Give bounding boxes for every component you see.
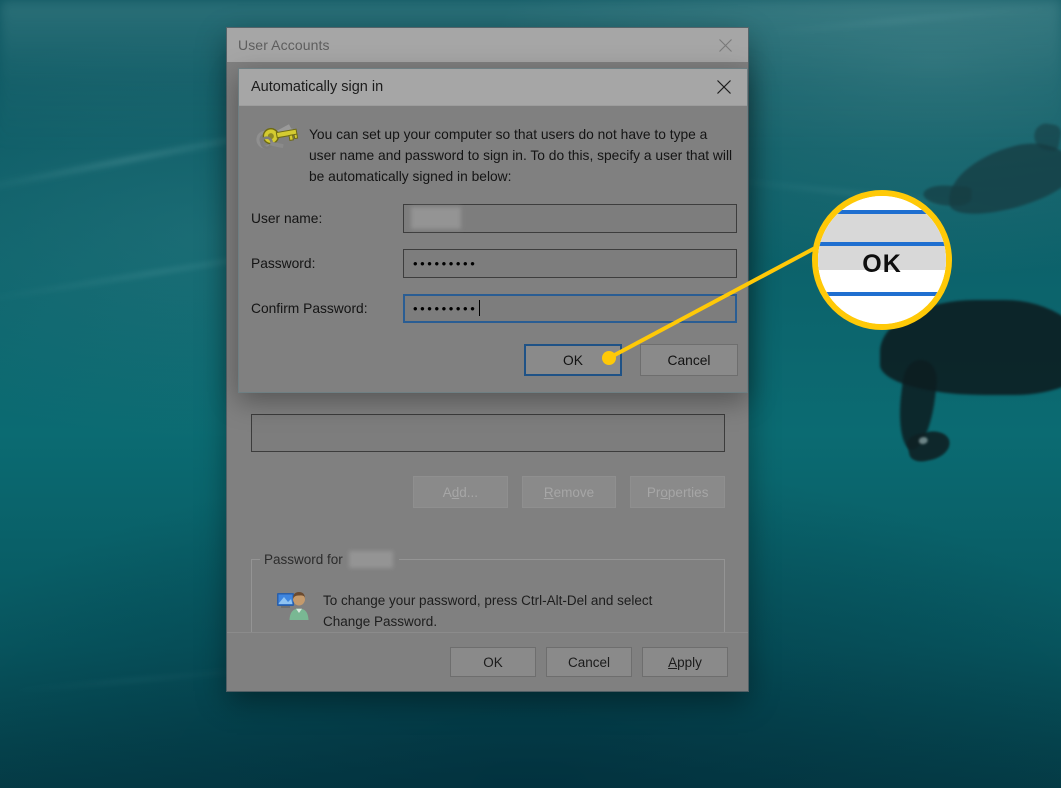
cancel-button-main-label: Cancel: [567, 654, 611, 670]
password-field-row: Password: •••••••••: [251, 248, 737, 278]
properties-button-label: Properties: [646, 484, 709, 500]
ok-button[interactable]: OK: [524, 344, 622, 376]
username-input[interactable]: [403, 203, 737, 233]
cancel-button-main[interactable]: Cancel: [546, 647, 632, 677]
ok-button-main-label: OK: [483, 654, 503, 670]
magnified-button-border-bottom: [818, 292, 946, 296]
confirm-password-masked-value: •••••••••: [413, 300, 478, 316]
password-group-label-text: Password for: [264, 552, 343, 567]
remove-button[interactable]: Remove: [521, 476, 617, 508]
close-icon[interactable]: [701, 69, 747, 105]
user-accounts-title: User Accounts: [238, 37, 330, 53]
password-group-label: Password for: [260, 551, 399, 568]
ok-button-main[interactable]: OK: [450, 647, 536, 677]
remove-button-label: Remove: [543, 484, 595, 500]
user-accounts-listbox[interactable]: [251, 414, 725, 452]
confirm-password-label: Confirm Password:: [251, 300, 368, 316]
user-accounts-titlebar: User Accounts: [227, 28, 748, 63]
add-button-label: Add...: [442, 484, 478, 500]
text-caret: [479, 300, 481, 316]
properties-button[interactable]: Properties: [630, 476, 726, 508]
magnified-button-border-top: [818, 242, 946, 246]
dialog-title: Automatically sign in: [251, 79, 384, 95]
dialog-buttons: OK Cancel: [524, 344, 738, 376]
magnifier-content: OK: [818, 196, 946, 324]
dialog-titlebar: Automatically sign in: [239, 69, 747, 106]
password-label: Password:: [251, 255, 316, 271]
confirm-password-input[interactable]: •••••••••: [403, 293, 737, 323]
cancel-button-label: Cancel: [667, 352, 711, 368]
apply-button-label: Apply: [668, 654, 702, 670]
close-icon[interactable]: [702, 28, 748, 62]
magnifier-callout: OK: [812, 190, 952, 330]
keys-icon: [256, 121, 300, 163]
redacted-username-value: [411, 207, 461, 229]
redacted-username-badge: [348, 551, 393, 568]
add-button[interactable]: Add...: [413, 476, 508, 508]
ok-button-label: OK: [563, 352, 583, 368]
user-accounts-footer-buttons: OK Cancel Apply: [450, 647, 728, 677]
username-label: User name:: [251, 210, 323, 226]
cancel-button[interactable]: Cancel: [640, 344, 738, 376]
magnified-focus-border-top: [818, 210, 946, 214]
username-field-row: User name:: [251, 203, 737, 233]
user-accounts-footer: OK Cancel Apply: [227, 632, 748, 691]
password-masked-value: •••••••••: [413, 255, 478, 271]
apply-button[interactable]: Apply: [642, 647, 728, 677]
password-input[interactable]: •••••••••: [403, 248, 737, 278]
automatically-sign-in-dialog: Automatically sign in You can set up you…: [238, 68, 748, 393]
password-change-instructions: To change your password, press Ctrl-Alt-…: [323, 593, 653, 629]
confirm-password-field-row: Confirm Password: •••••••••: [251, 293, 737, 323]
user-account-icon: [275, 588, 311, 624]
dialog-description: You can set up your computer so that use…: [309, 127, 733, 184]
magnified-ok-label: OK: [862, 250, 902, 278]
user-accounts-action-buttons: Add... Remove Properties: [413, 476, 726, 508]
